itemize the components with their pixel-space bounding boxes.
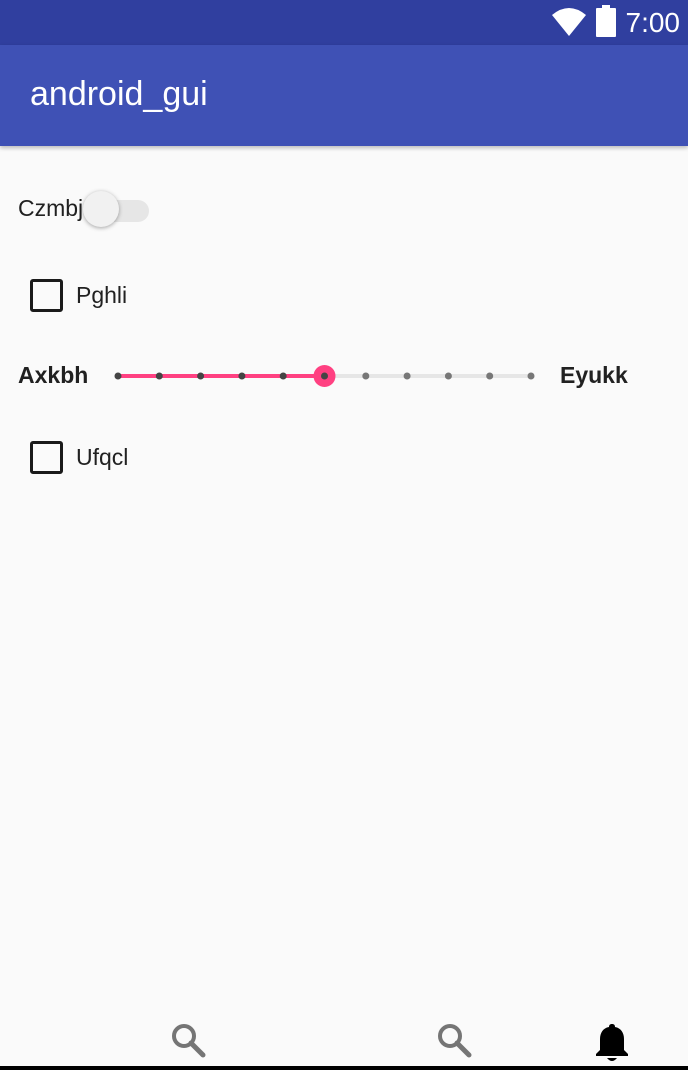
wifi-icon: [551, 6, 586, 41]
slider-tick: [403, 372, 411, 380]
bottom-navigation: [0, 1010, 688, 1070]
toggle-switch[interactable]: [83, 186, 150, 230]
battery-icon: [595, 4, 616, 42]
status-bar: 7:00: [0, 0, 688, 45]
checkbox-label: Pghli: [76, 281, 128, 308]
slider-tick: [486, 372, 494, 380]
checkbox-label: Ufqcl: [76, 443, 129, 470]
discrete-slider[interactable]: [100, 355, 550, 397]
switch-row: Czmbj: [18, 186, 150, 230]
checkbox-row-ufqcl[interactable]: Ufqcl: [30, 437, 128, 477]
slider-row: Axkbh Eyukk: [0, 355, 688, 397]
slider-tick: [444, 372, 452, 380]
app-title: android_gui: [30, 75, 208, 113]
nav-bar-edge: [0, 1066, 688, 1070]
slider-tick: [197, 372, 205, 380]
slider-tick: [238, 372, 246, 380]
slider-tick: [155, 372, 163, 380]
status-time: 7:00: [625, 7, 681, 38]
bell-icon[interactable]: [592, 1022, 632, 1066]
slider-tick: [527, 372, 535, 380]
checkbox[interactable]: [30, 440, 63, 474]
slider-max-label: Eyukk: [560, 362, 628, 388]
slider-thumb-tick: [321, 372, 328, 380]
switch-thumb[interactable]: [83, 191, 120, 227]
app-bar: android_gui: [0, 45, 688, 146]
checkbox[interactable]: [30, 278, 63, 312]
switch-label: Czmbj: [18, 194, 84, 221]
slider-min-label: Axkbh: [18, 362, 89, 388]
search-icon[interactable]: [434, 1022, 474, 1066]
checkbox-row-pghli[interactable]: Pghli: [30, 275, 127, 315]
search-icon[interactable]: [168, 1022, 208, 1066]
slider-tick: [114, 372, 122, 380]
slider-tick: [362, 372, 370, 380]
slider-tick: [279, 372, 287, 380]
